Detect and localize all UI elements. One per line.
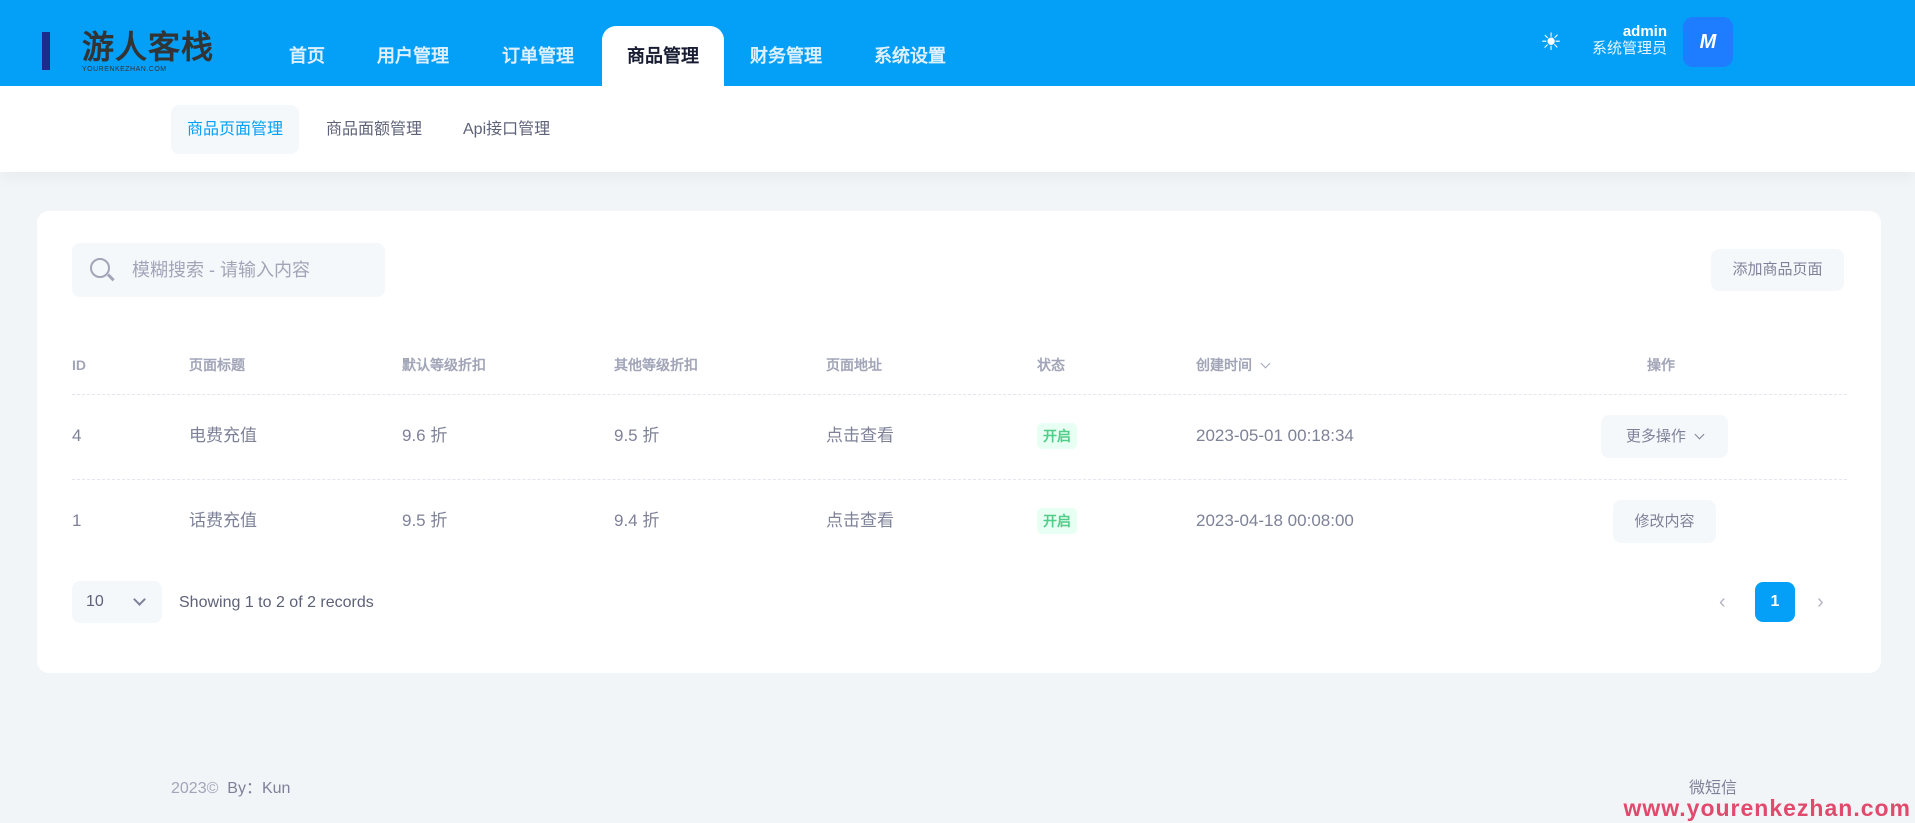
col-id[interactable]: ID — [72, 355, 86, 375]
prev-page-icon[interactable]: ‹ — [1719, 581, 1726, 623]
content-card: 添加商品页面 ID 页面标题 默认等级折扣 其他等级折扣 页面地址 状态 创建时… — [37, 211, 1881, 673]
col-actions: 操作 — [1647, 357, 1675, 373]
view-link[interactable]: 点击查看 — [826, 509, 894, 533]
nav-home[interactable]: 首页 — [289, 26, 325, 86]
footer-copyright: 2023© By：Kun — [171, 774, 290, 798]
chevron-down-icon — [133, 593, 146, 606]
nav-settings[interactable]: 系统设置 — [874, 26, 946, 86]
cell-other-discount: 9.5 折 — [614, 426, 660, 445]
sub-nav: 商品页面管理 商品面额管理 Api接口管理 — [0, 86, 1915, 172]
chevron-down-icon — [1694, 429, 1705, 440]
subnav-page-manage[interactable]: 商品页面管理 — [171, 105, 300, 154]
author-text: By：Kun — [227, 780, 291, 797]
add-page-button[interactable]: 添加商品页面 — [1711, 249, 1844, 291]
next-page-icon[interactable]: › — [1817, 581, 1824, 623]
logo-url: YOURENKEZHAN.COM — [82, 66, 167, 73]
cell-id: 4 — [72, 426, 82, 445]
nav-users[interactable]: 用户管理 — [377, 26, 449, 86]
logo-mark — [42, 32, 50, 70]
page-size-select[interactable]: 10 — [72, 581, 162, 623]
page-1-button[interactable]: 1 — [1755, 582, 1795, 622]
cell-title: 电费充值 — [189, 426, 257, 445]
col-created[interactable]: 创建时间 — [1196, 355, 1271, 375]
watermark: www.yourenkezhan.com — [1623, 795, 1911, 821]
edit-content-button[interactable]: 修改内容 — [1613, 500, 1716, 543]
logo[interactable]: 游人客栈 YOURENKEZHAN.COM — [38, 18, 228, 76]
logo-title: 游人客栈 — [82, 28, 215, 66]
nav-products[interactable]: 商品管理 — [602, 26, 724, 86]
page-size-value: 10 — [86, 593, 104, 610]
sun-icon[interactable]: ☀ — [1539, 31, 1563, 55]
more-actions-button[interactable]: 更多操作 — [1601, 415, 1728, 458]
nav-finance[interactable]: 财务管理 — [750, 26, 822, 86]
top-header: 游人客栈 YOURENKEZHAN.COM 首页 用户管理 订单管理 商品管理 … — [0, 0, 1915, 86]
col-created-label: 创建时间 — [1196, 357, 1252, 373]
cell-created: 2023-05-01 00:18:34 — [1196, 426, 1354, 445]
cell-default-discount: 9.5 折 — [402, 511, 448, 530]
status-badge: 开启 — [1037, 423, 1077, 449]
cell-id: 1 — [72, 511, 82, 530]
user-role: 系统管理员 — [1591, 40, 1667, 57]
sort-chevron-icon — [1260, 358, 1271, 369]
cell-default-discount: 9.6 折 — [402, 426, 448, 445]
col-other-discount[interactable]: 其他等级折扣 — [614, 355, 698, 375]
records-summary: Showing 1 to 2 of 2 records — [179, 594, 374, 611]
user-name: admin — [1622, 23, 1667, 40]
cell-created: 2023-04-18 00:08:00 — [1196, 511, 1354, 530]
copyright-text: 2023© — [171, 780, 219, 797]
avatar[interactable]: M — [1683, 17, 1733, 67]
col-address[interactable]: 页面地址 — [826, 355, 882, 375]
search-box — [72, 243, 385, 297]
divider — [72, 394, 1847, 395]
divider — [72, 479, 1847, 480]
search-input[interactable] — [132, 243, 372, 297]
user-info[interactable]: admin 系统管理员 — [1592, 23, 1667, 57]
cell-other-discount: 9.4 折 — [614, 511, 660, 530]
subnav-api-manage[interactable]: Api接口管理 — [447, 105, 566, 154]
view-link[interactable]: 点击查看 — [826, 424, 894, 448]
cell-title: 话费充值 — [189, 511, 257, 530]
col-default-discount[interactable]: 默认等级折扣 — [402, 355, 486, 375]
col-title[interactable]: 页面标题 — [189, 355, 245, 375]
nav-orders[interactable]: 订单管理 — [502, 26, 574, 86]
more-actions-label: 更多操作 — [1625, 428, 1686, 445]
status-badge: 开启 — [1037, 508, 1077, 534]
col-status[interactable]: 状态 — [1037, 355, 1065, 375]
search-icon — [90, 258, 110, 278]
subnav-denomination-manage[interactable]: 商品面额管理 — [310, 105, 438, 154]
